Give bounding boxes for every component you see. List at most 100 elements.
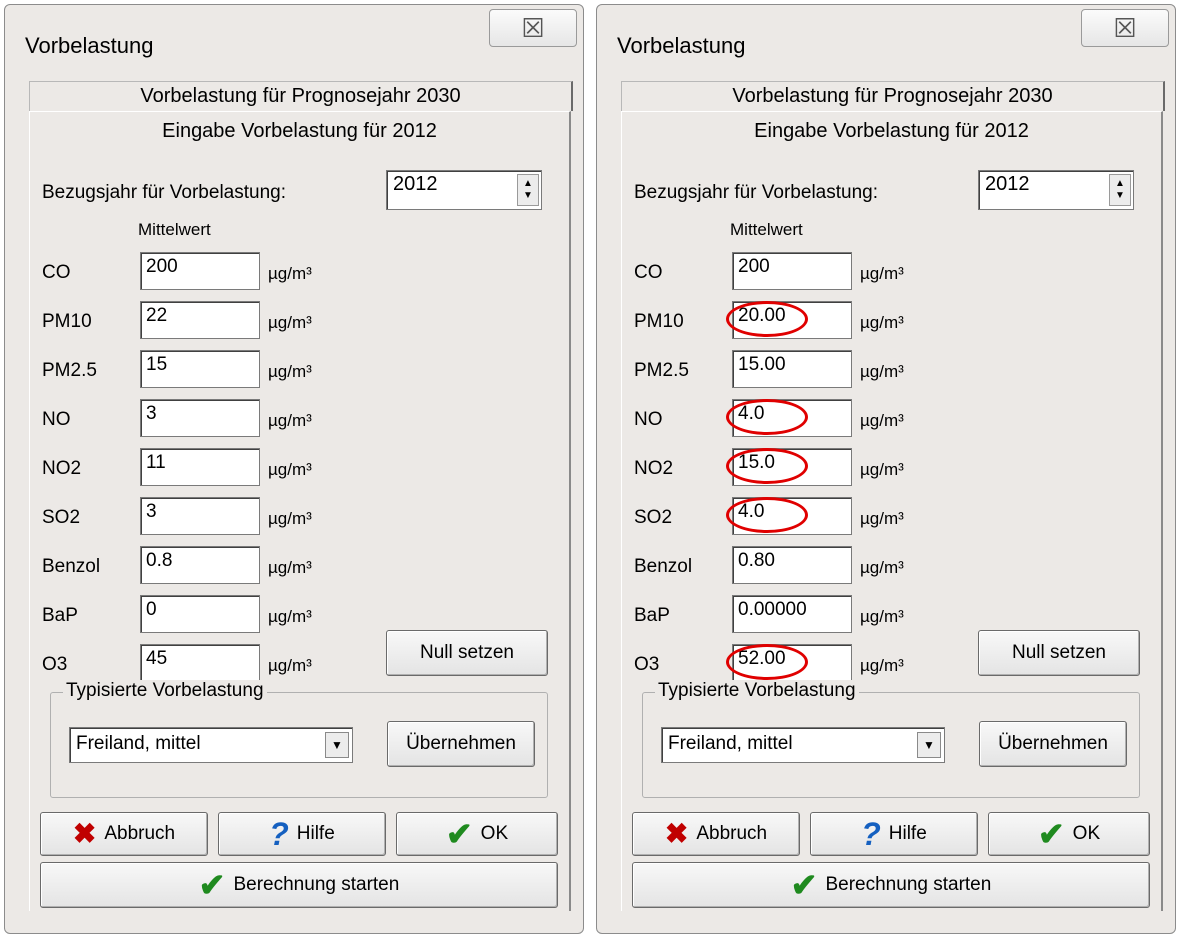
value-input[interactable]: 200 xyxy=(140,252,260,290)
null-setzen-button[interactable]: Null setzen xyxy=(978,630,1140,676)
value-input[interactable]: 15.00 xyxy=(732,350,852,388)
ok-button[interactable]: ✔ OK xyxy=(396,812,558,856)
berechnung-starten-label: Berechnung starten xyxy=(825,874,992,895)
panel-title: Eingabe Vorbelastung für 2012 xyxy=(162,120,437,142)
row-pm10: PM10 22 µg/m³ xyxy=(30,301,569,341)
tab-panel: Eingabe Vorbelastung für 2012 Bezugsjahr… xyxy=(29,111,571,911)
spin-down-icon[interactable]: ▼ xyxy=(523,190,533,202)
abbruch-button[interactable]: ✖ Abbruch xyxy=(40,812,208,856)
value-input[interactable]: 20.00 xyxy=(732,301,852,339)
hilfe-button[interactable]: ? Hilfe xyxy=(218,812,386,856)
pollutant-label: NO xyxy=(634,409,663,430)
ok-label: OK xyxy=(1072,823,1101,844)
cancel-x-icon: ✖ xyxy=(664,818,689,849)
mean-header: Mittelwert xyxy=(138,220,211,239)
value-input[interactable]: 3 xyxy=(140,497,260,535)
berechnung-starten-button[interactable]: ✔ Berechnung starten xyxy=(40,862,558,908)
unit-label: µg/m³ xyxy=(268,362,312,381)
pollutant-label: PM10 xyxy=(42,311,92,332)
year-label: Bezugsjahr für Vorbelastung: xyxy=(42,182,286,203)
unit-label: µg/m³ xyxy=(268,313,312,332)
year-label: Bezugsjahr für Vorbelastung: xyxy=(634,182,878,203)
value-input[interactable]: 45 xyxy=(140,644,260,682)
spin-buttons[interactable]: ▲ ▼ xyxy=(1109,174,1131,206)
help-question-icon: ? xyxy=(269,816,289,852)
value-input[interactable]: 4.0 xyxy=(732,497,852,535)
berechnung-starten-button[interactable]: ✔ Berechnung starten xyxy=(632,862,1150,908)
hilfe-label: Hilfe xyxy=(888,823,927,844)
year-spinner[interactable]: 2012 ▲ ▼ xyxy=(386,170,542,210)
value-input[interactable]: 3 xyxy=(140,399,260,437)
pollutant-label: Benzol xyxy=(42,556,101,577)
spin-buttons[interactable]: ▲ ▼ xyxy=(517,174,539,206)
value-input[interactable]: 22 xyxy=(140,301,260,339)
dialog-left: Vorbelastung ☒ Vorbelastung für Prognose… xyxy=(4,4,584,934)
year-spinner[interactable]: 2012 ▲ ▼ xyxy=(978,170,1134,210)
typisierte-vorbelastung-group: Typisierte Vorbelastung Freiland, mittel… xyxy=(50,680,548,798)
pollutant-label: PM10 xyxy=(634,311,684,332)
uebernehmen-button[interactable]: Übernehmen xyxy=(979,721,1127,767)
unit-label: µg/m³ xyxy=(268,460,312,479)
row-co: CO 200 µg/m³ xyxy=(622,252,1161,292)
pollutant-label: SO2 xyxy=(634,507,673,528)
value-input[interactable]: 0 xyxy=(140,595,260,633)
unit-label: µg/m³ xyxy=(860,460,904,479)
spin-down-icon[interactable]: ▼ xyxy=(1115,190,1125,202)
hilfe-button[interactable]: ? Hilfe xyxy=(810,812,978,856)
unit-label: µg/m³ xyxy=(268,558,312,577)
typ-select[interactable]: Freiland, mittel ▼ xyxy=(69,727,353,763)
value-input[interactable]: 4.0 xyxy=(732,399,852,437)
close-button[interactable]: ☒ xyxy=(489,9,577,47)
pollutant-label: BaP xyxy=(634,605,670,626)
spin-up-icon[interactable]: ▲ xyxy=(523,178,533,190)
help-question-icon: ? xyxy=(861,816,881,852)
pollutant-label: O3 xyxy=(42,654,68,675)
unit-label: µg/m³ xyxy=(860,411,904,430)
row-bap: BaP 0.00000 µg/m³ xyxy=(622,595,1161,635)
pollutant-label: CO xyxy=(634,262,663,283)
tab-panel: Eingabe Vorbelastung für 2012 Bezugsjahr… xyxy=(621,111,1163,911)
value-input[interactable]: 15.0 xyxy=(732,448,852,486)
unit-label: µg/m³ xyxy=(268,411,312,430)
ok-button[interactable]: ✔ OK xyxy=(988,812,1150,856)
row-so2: SO2 3 µg/m³ xyxy=(30,497,569,537)
check-icon: ✔ xyxy=(198,867,226,903)
value-input[interactable]: 11 xyxy=(140,448,260,486)
null-setzen-button[interactable]: Null setzen xyxy=(386,630,548,676)
pollutant-label: NO2 xyxy=(634,458,674,479)
value-input[interactable]: 0.8 xyxy=(140,546,260,584)
value-input[interactable]: 52.00 xyxy=(732,644,852,682)
year-value: 2012 xyxy=(393,173,438,195)
check-icon: ✔ xyxy=(790,867,818,903)
abbruch-button[interactable]: ✖ Abbruch xyxy=(632,812,800,856)
pollutant-label: NO2 xyxy=(42,458,82,479)
close-button[interactable]: ☒ xyxy=(1081,9,1169,47)
row-pm25: PM2.5 15.00 µg/m³ xyxy=(622,350,1161,390)
pollutant-label: BaP xyxy=(42,605,78,626)
pollutant-label: PM2.5 xyxy=(42,360,97,381)
pollutant-label: O3 xyxy=(634,654,660,675)
year-value: 2012 xyxy=(985,173,1030,195)
value-input[interactable]: 0.00000 xyxy=(732,595,852,633)
group-title: Typisierte Vorbelastung xyxy=(63,680,267,702)
tab-prognosejahr[interactable]: Vorbelastung für Prognosejahr 2030 xyxy=(29,81,573,111)
spin-up-icon[interactable]: ▲ xyxy=(1115,178,1125,190)
dialog-right: Vorbelastung ☒ Vorbelastung für Prognose… xyxy=(596,4,1176,934)
group-title: Typisierte Vorbelastung xyxy=(655,680,859,702)
unit-label: µg/m³ xyxy=(860,362,904,381)
hilfe-label: Hilfe xyxy=(296,823,335,844)
cancel-x-icon: ✖ xyxy=(72,818,97,849)
close-icon: ☒ xyxy=(521,12,545,43)
chevron-down-icon[interactable]: ▼ xyxy=(325,732,349,758)
unit-label: µg/m³ xyxy=(268,656,312,675)
tab-prognosejahr[interactable]: Vorbelastung für Prognosejahr 2030 xyxy=(621,81,1165,111)
panel-title: Eingabe Vorbelastung für 2012 xyxy=(754,120,1029,142)
typ-select-value: Freiland, mittel xyxy=(76,733,201,754)
chevron-down-icon[interactable]: ▼ xyxy=(917,732,941,758)
value-input[interactable]: 0.80 xyxy=(732,546,852,584)
typ-select[interactable]: Freiland, mittel ▼ xyxy=(661,727,945,763)
uebernehmen-button[interactable]: Übernehmen xyxy=(387,721,535,767)
ok-label: OK xyxy=(480,823,509,844)
value-input[interactable]: 200 xyxy=(732,252,852,290)
value-input[interactable]: 15 xyxy=(140,350,260,388)
